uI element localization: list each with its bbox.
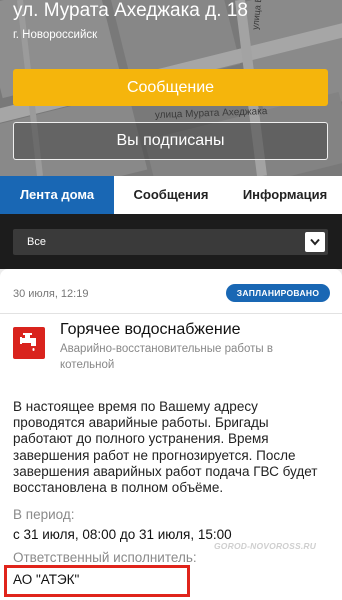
watermark: GOROD-NOVOROSS.RU	[214, 541, 317, 551]
filter-select[interactable]: Все	[13, 229, 328, 255]
event-date: 30 июля, 12:19	[13, 288, 89, 300]
status-badge: ЗАПЛАНИРОВАНО	[226, 284, 330, 302]
responsible-label: Ответственный исполнитель:	[13, 550, 197, 565]
event-description: В настоящее время по Вашему адресу прово…	[13, 399, 318, 496]
address-title: ул. Мурата Ахеджака д. 18	[13, 0, 248, 21]
tab-house-feed[interactable]: Лента дома	[0, 176, 114, 214]
address-header: улица Мурата Ахеджака улица Бор ул. Мура…	[0, 0, 342, 176]
event-title: Горячее водоснабжение	[60, 321, 241, 338]
city-label: г. Новороссийск	[13, 29, 98, 41]
message-button[interactable]: Сообщение	[13, 69, 328, 106]
water-tap-icon	[13, 327, 45, 359]
tab-information[interactable]: Информация	[228, 176, 342, 214]
event-card[interactable]: 30 июля, 12:19 ЗАПЛАНИРОВАНО Горячее вод…	[0, 269, 342, 600]
period-value: с 31 июля, 08:00 до 31 июля, 15:00	[13, 527, 232, 542]
highlight-box	[4, 565, 190, 597]
subscribed-button[interactable]: Вы подписаны	[13, 122, 328, 160]
event-subtitle: Аварийно-восстановительные работы в коте…	[60, 343, 273, 371]
filter-selected-value: Все	[27, 236, 46, 248]
tab-messages[interactable]: Сообщения	[114, 176, 228, 214]
card-divider	[0, 313, 342, 314]
chevron-down-icon[interactable]	[305, 232, 325, 252]
period-label: В период:	[13, 507, 75, 522]
tab-bar: Лента дома Сообщения Информация	[0, 176, 342, 214]
